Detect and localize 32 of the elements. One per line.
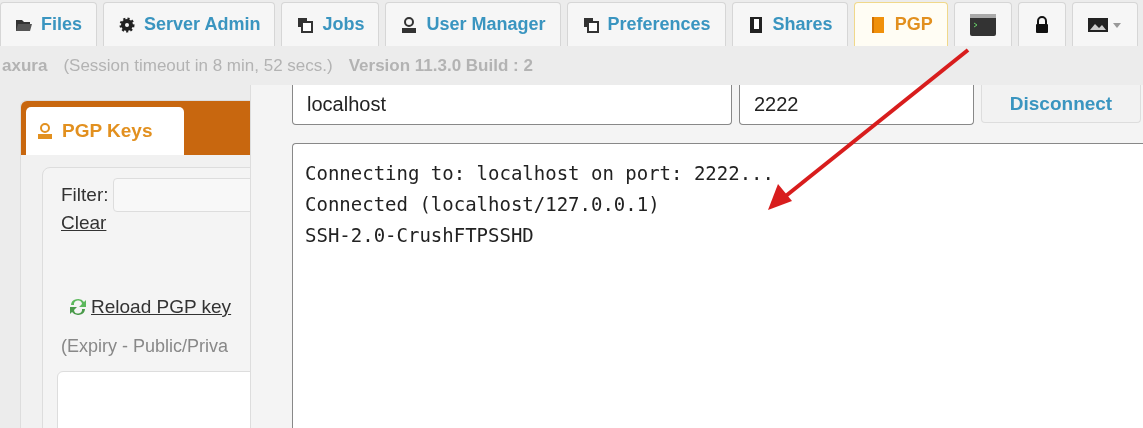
- expiry-note: (Expiry - Public/Priva: [61, 336, 230, 357]
- terminal-line: Connecting to: localhost on port: 2222...: [305, 161, 775, 186]
- icon-tab[interactable]: [953, 2, 1012, 46]
- refresh-icon: [67, 296, 89, 318]
- dropdown-tab[interactable]: [1071, 2, 1138, 46]
- filter-label: Filter:: [61, 184, 109, 206]
- username: axura: [2, 55, 48, 76]
- nav-tab[interactable]: Shares: [731, 2, 848, 46]
- reload-keys-link[interactable]: Reload PGP key: [91, 296, 232, 318]
- pgp-keys-tab[interactable]: PGP Keys: [26, 107, 184, 155]
- session-timeout: (Session timeout in 8 min, 52 secs.): [63, 55, 333, 76]
- disconnect-button[interactable]: Disconnect: [981, 85, 1141, 123]
- gear-icon: [118, 15, 137, 34]
- copy-icon: [296, 15, 315, 34]
- nav-tab[interactable]: Preferences: [566, 2, 726, 46]
- terminal-line: Connected (localhost/127.0.0.1): [305, 192, 661, 217]
- terminal-line: SSH-2.0-CrushFTPSSHD: [305, 223, 535, 248]
- port-field[interactable]: 2222: [739, 85, 974, 125]
- copy-icon: [581, 15, 600, 34]
- clear-link[interactable]: Clear: [61, 212, 107, 233]
- nav-tab[interactable]: Files: [0, 2, 98, 46]
- host-field[interactable]: localhost: [292, 85, 732, 125]
- nav-tab[interactable]: PGP: [853, 2, 948, 46]
- terminal-icon: [968, 12, 997, 37]
- nav-tab[interactable]: Server Admin: [103, 2, 276, 46]
- nav-tab[interactable]: User Manager: [385, 2, 561, 46]
- version-label: Version 11.3.0 Build : 2: [348, 55, 533, 76]
- nav-tab[interactable]: Jobs: [281, 2, 380, 46]
- user-icon: [400, 15, 419, 34]
- user-icon: [36, 122, 54, 140]
- image-icon: [1086, 15, 1123, 34]
- icon-tab[interactable]: [1017, 2, 1066, 46]
